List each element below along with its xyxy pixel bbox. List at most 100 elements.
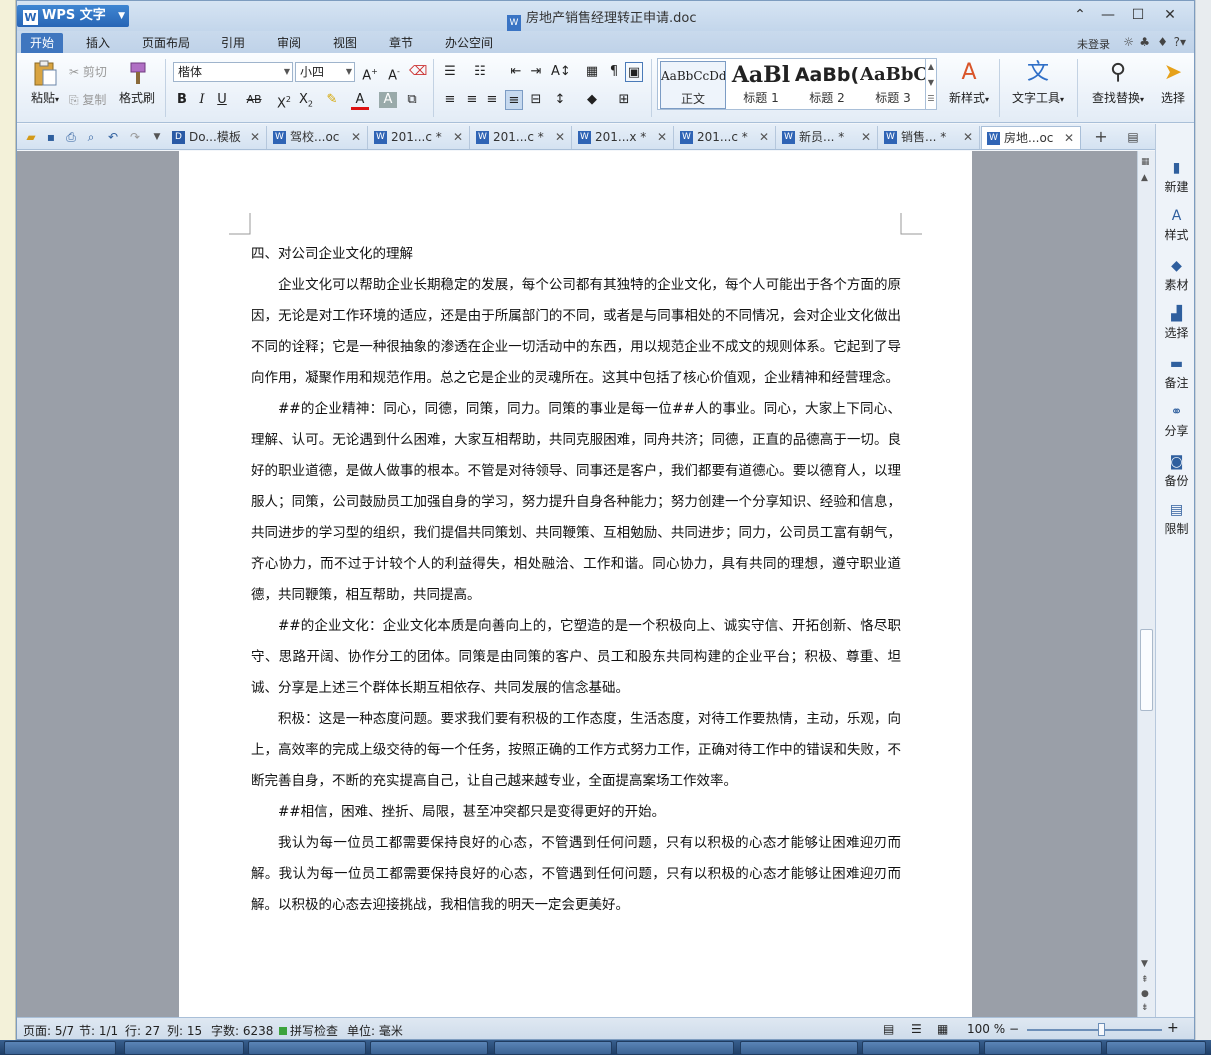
close-icon[interactable]: ✕ <box>657 126 667 149</box>
collapse-ribbon-button[interactable]: ⌃ <box>1067 5 1093 25</box>
next-page-icon[interactable]: ⇟ <box>1141 1003 1149 1013</box>
page-view-icon[interactable]: ▤ <box>883 1022 894 1036</box>
underline-icon[interactable]: U <box>213 90 231 110</box>
paste-button[interactable]: 粘贴▾ <box>23 59 67 115</box>
taskbar-item[interactable] <box>4 1041 116 1055</box>
style-heading-2[interactable]: AaBb( 标题 2 <box>794 61 860 109</box>
prev-page-icon[interactable]: ⇞ <box>1141 975 1149 985</box>
tab-home[interactable]: 开始 <box>21 33 64 53</box>
taskbar-item[interactable] <box>248 1041 366 1055</box>
scroll-thumb[interactable] <box>1140 629 1153 711</box>
taskpane-share[interactable]: ⚭ 分享 <box>1156 404 1194 439</box>
shading-icon[interactable]: ◆ <box>583 90 601 110</box>
cut-button[interactable]: ✂ 剪切 <box>69 63 107 81</box>
copy-button[interactable]: ⎘ 复制 <box>69 91 106 109</box>
split-view-icon[interactable]: ▦ <box>1141 157 1150 167</box>
font-size-select[interactable]: 小四 ▼ <box>295 62 355 82</box>
table-grid-icon[interactable]: ▦ <box>583 62 601 82</box>
close-icon[interactable]: ✕ <box>861 126 871 149</box>
taskbar-item[interactable] <box>862 1041 980 1055</box>
document-page[interactable]: 四、对公司企业文化的理解 企业文化可以帮助企业长期稳定的发展，每个公司都有其独特… <box>179 151 972 1017</box>
zoom-slider-thumb[interactable] <box>1097 1023 1105 1036</box>
numbered-list-icon[interactable]: ☷ <box>471 62 489 82</box>
close-icon[interactable]: ✕ <box>250 126 260 149</box>
undo-icon[interactable]: ↶ <box>105 129 121 145</box>
doc-tab[interactable]: W 驾校...oc ✕ <box>268 126 368 149</box>
doc-tab[interactable]: W 销售... * ✕ <box>879 126 980 149</box>
tab-insert[interactable]: 插入 <box>77 33 119 53</box>
status-word-count[interactable]: 字数: 6238 <box>211 1022 273 1039</box>
show-marks-icon[interactable]: ¶ <box>605 62 623 82</box>
vertical-scrollbar[interactable]: ▦ ▲ ▼ ⇞ ● ⇟ <box>1137 151 1155 1017</box>
align-right-icon[interactable]: ≡ <box>483 90 501 110</box>
web-view-icon[interactable]: ▦ <box>937 1022 948 1036</box>
superscript-icon[interactable]: X2 <box>275 90 293 111</box>
chevron-down-icon[interactable]: ▼ <box>149 129 165 145</box>
gallery-scroll[interactable]: ▲ ▼ ☰ <box>925 59 936 109</box>
tab-chapter[interactable]: 章节 <box>380 33 422 53</box>
distribute-icon[interactable]: ⊟ <box>527 90 545 110</box>
taskpane-styles[interactable]: A 样式 <box>1156 208 1194 243</box>
bullet-list-icon[interactable]: ☰ <box>441 62 459 82</box>
grow-font-icon[interactable]: A+ <box>361 62 379 83</box>
zoom-out-icon[interactable]: − <box>1009 1022 1019 1036</box>
zoom-slider[interactable] <box>1027 1029 1162 1031</box>
font-color-icon[interactable]: A <box>351 90 369 110</box>
taskpane-new[interactable]: ▮ 新建 <box>1156 160 1194 195</box>
shirt-icon[interactable]: ♦ <box>1157 35 1168 49</box>
close-icon[interactable]: ✕ <box>963 126 973 149</box>
border-icon[interactable]: ⊞ <box>615 90 633 110</box>
new-tab-icon[interactable]: + <box>1093 129 1109 145</box>
status-unit[interactable]: 单位: 毫米 <box>347 1022 403 1039</box>
decrease-indent-icon[interactable]: ⇤ <box>507 62 525 82</box>
taskpane-notes[interactable]: ▬ 备注 <box>1156 356 1194 391</box>
align-left-icon[interactable]: ≡ <box>441 90 459 110</box>
new-style-button[interactable]: A 新样式▾ <box>941 59 997 115</box>
skin-icon[interactable]: ☼ <box>1123 35 1134 49</box>
print-preview-icon[interactable]: ⌕ <box>83 129 99 145</box>
justify-icon[interactable]: ≡ <box>505 90 523 110</box>
taskpane-select[interactable]: ▟ 选择 <box>1156 306 1194 341</box>
align-center-icon[interactable]: ≡ <box>463 90 481 110</box>
open-folder-icon[interactable]: ▰ <box>23 129 39 145</box>
help-icon[interactable]: ?▾ <box>1174 35 1186 49</box>
tab-page-layout[interactable]: 页面布局 <box>133 33 199 53</box>
share-icon[interactable]: ♣ <box>1139 35 1150 49</box>
doc-tab[interactable]: W 新员... * ✕ <box>777 126 878 149</box>
tab-list-icon[interactable]: ▤ <box>1125 129 1141 145</box>
doc-tab[interactable]: W 201...c * ✕ <box>675 126 776 149</box>
tab-office-space[interactable]: 办公空间 <box>436 33 502 53</box>
line-spacing-icon[interactable]: ↕ <box>551 90 569 110</box>
login-link[interactable]: 未登录 <box>1077 36 1110 52</box>
doc-tab[interactable]: D Do...模板 ✕ <box>167 126 267 149</box>
outline-view-icon[interactable]: ☰ <box>911 1022 922 1036</box>
font-name-select[interactable]: 楷体 ▼ <box>173 62 293 82</box>
doc-tab[interactable]: W 201...x * ✕ <box>573 126 674 149</box>
close-icon[interactable]: ✕ <box>1064 127 1074 150</box>
tab-view[interactable]: 视图 <box>324 33 366 53</box>
find-replace-button[interactable]: ⚲ 查找替换▾ <box>1085 59 1151 115</box>
strikethrough-icon[interactable]: AB <box>241 90 267 110</box>
save-icon[interactable]: ▪ <box>43 129 59 145</box>
highlight-icon[interactable]: ✎ <box>323 90 341 110</box>
close-icon[interactable]: ✕ <box>759 126 769 149</box>
scroll-down-icon[interactable]: ▼ <box>1141 959 1148 969</box>
select-button[interactable]: ➤ 选择 <box>1153 59 1193 115</box>
taskpane-backup[interactable]: ◙ 备份 <box>1156 454 1194 489</box>
subscript-icon[interactable]: X2 <box>297 90 315 110</box>
char-shading-icon[interactable]: A <box>379 92 397 108</box>
spell-check-toggle[interactable]: 拼写检查 <box>279 1022 338 1039</box>
doc-tab[interactable]: W 201...c * ✕ <box>471 126 572 149</box>
bold-icon[interactable]: B <box>173 90 191 110</box>
italic-icon[interactable]: I <box>193 90 211 110</box>
zoom-in-icon[interactable]: + <box>1167 1020 1179 1036</box>
scroll-up-icon[interactable]: ▲ <box>1141 173 1148 183</box>
format-painter-button[interactable]: 格式刷 <box>115 59 159 115</box>
taskbar-item[interactable] <box>616 1041 734 1055</box>
tab-review[interactable]: 审阅 <box>268 33 310 53</box>
select-browse-icon[interactable]: ● <box>1141 989 1149 999</box>
doc-tab[interactable]: W 201...c * ✕ <box>369 126 470 149</box>
taskbar-item[interactable] <box>370 1041 488 1055</box>
char-border-icon[interactable]: ⧉ <box>403 90 421 110</box>
close-button[interactable]: ✕ <box>1157 5 1183 25</box>
